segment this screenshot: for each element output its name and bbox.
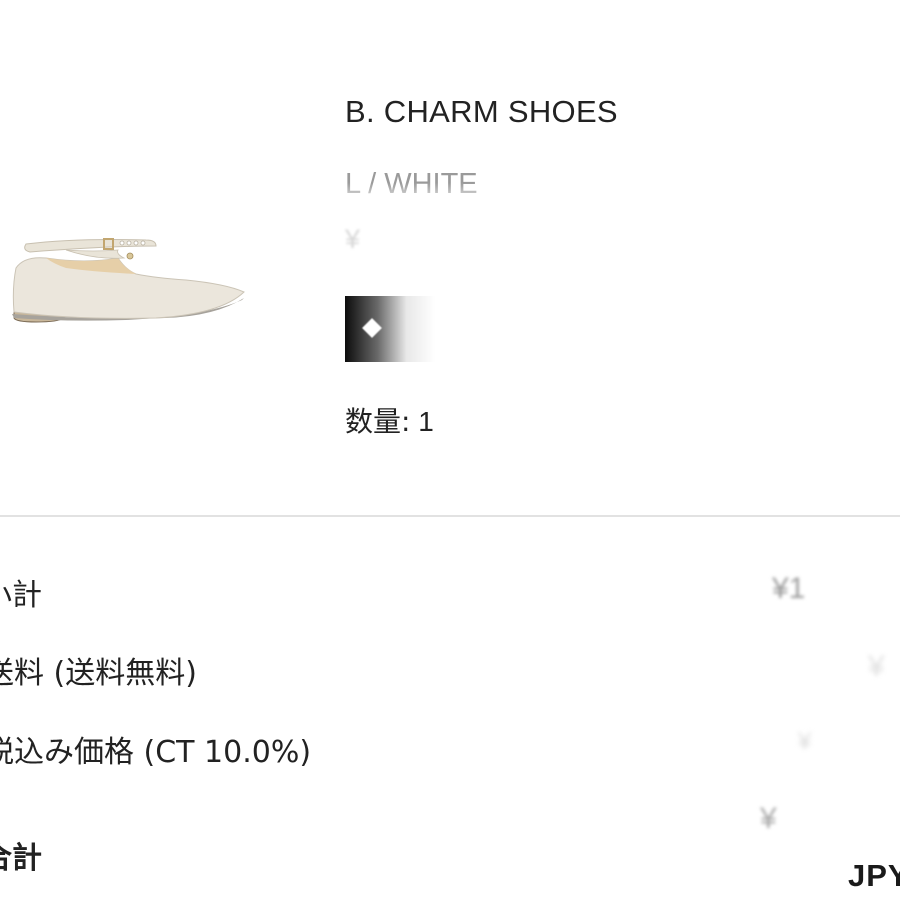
ballet-flat-shoe-image <box>12 238 245 323</box>
cart-summary-page: B. CHARM SHOES L / WHITE ¥ 数量: 1 小計 ¥1 送… <box>0 0 900 900</box>
product-image[interactable] <box>6 228 250 332</box>
shipping-label: 送料 (送料無料) <box>0 656 197 691</box>
diamond-icon <box>362 318 382 338</box>
tax-label: 税込み価格 (CT 10.0%) <box>0 735 312 770</box>
quantity-value: 1 <box>418 406 434 437</box>
quantity-label: 数量: <box>345 405 411 438</box>
quantity-row: 数量: 1 <box>345 400 434 440</box>
variant-swatch-button[interactable] <box>345 296 755 362</box>
summary-divider <box>0 515 900 517</box>
tax-value: ¥ <box>798 728 812 755</box>
shipping-value: ¥ <box>868 650 885 683</box>
total-value: ¥ <box>760 802 777 835</box>
product-price: ¥ <box>345 224 361 254</box>
product-variant: L / WHITE <box>345 168 478 200</box>
subtotal-value: ¥1 <box>772 572 806 605</box>
total-label: 合計 <box>0 841 42 876</box>
subtotal-label: 小計 <box>0 578 42 613</box>
product-name[interactable]: B. CHARM SHOES <box>345 94 618 130</box>
currency-code: JPY <box>848 858 900 893</box>
